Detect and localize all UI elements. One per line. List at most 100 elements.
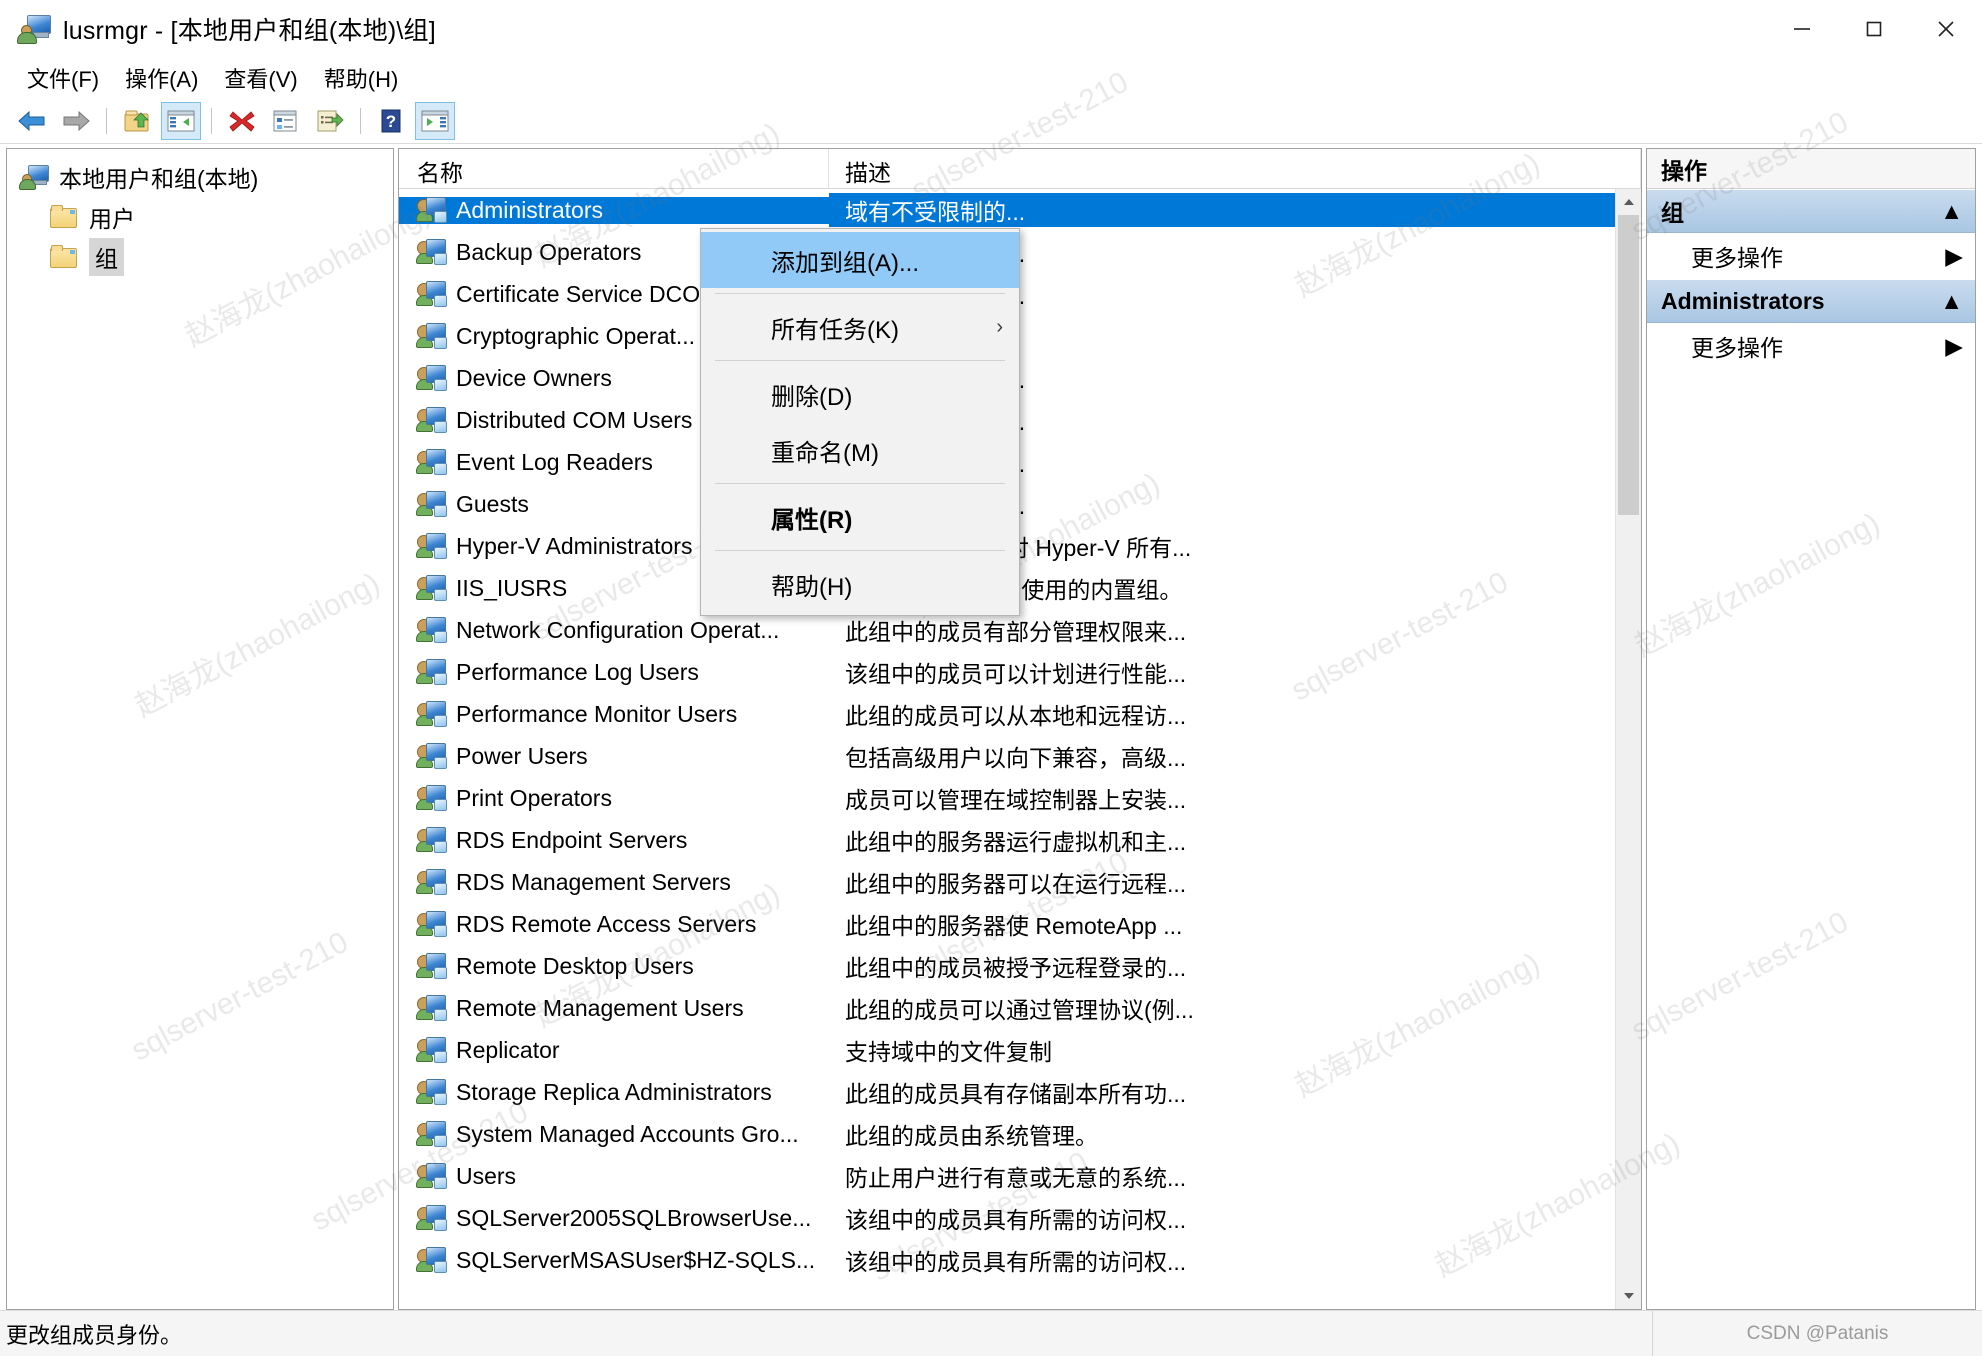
row-name-label: Performance Log Users (456, 659, 699, 686)
chevron-right-icon: ▶ (1945, 333, 1963, 360)
minimize-button[interactable] (1766, 0, 1838, 58)
context-menu-item[interactable]: 删除(D) (701, 366, 1019, 422)
row-description-cell: 成员可以管理在域控制器上安装... (829, 781, 1615, 815)
table-row[interactable]: Performance Monitor Users此组的成员可以从本地和远程访.… (399, 693, 1615, 735)
context-menu-item[interactable]: 帮助(H) (701, 556, 1019, 612)
row-name-label: Performance Monitor Users (456, 701, 737, 728)
actions-group-header-administrators[interactable]: Administrators ▲ (1647, 279, 1975, 323)
properties-icon[interactable] (266, 102, 306, 140)
actions-pane: 操作 组 ▲ 更多操作 ▶ Administrators ▲ 更多操作 ▶ (1646, 148, 1976, 1310)
group-icon (417, 239, 447, 265)
show-hide-action-pane-icon[interactable] (415, 102, 455, 140)
row-description-cell: 防止用户进行有意或无意的系统... (829, 1159, 1615, 1193)
menu-action[interactable]: 操作(A) (112, 60, 211, 96)
table-row[interactable]: RDS Endpoint Servers此组中的服务器运行虚拟机和主... (399, 819, 1615, 861)
group-icon (417, 449, 447, 475)
context-menu-item[interactable]: 属性(R) (701, 489, 1019, 545)
back-arrow-icon[interactable] (12, 102, 52, 140)
row-description-cell: 此组的成员具有存储副本所有功... (829, 1075, 1615, 1109)
table-row[interactable]: Print Operators成员可以管理在域控制器上安装... (399, 777, 1615, 819)
chevron-up-icon[interactable]: ▲ (1940, 288, 1963, 315)
help-question-icon[interactable]: ? (371, 102, 411, 140)
action-more-actions-administrators-label: 更多操作 (1691, 329, 1783, 363)
row-description-cell: 此组的成员由系统管理。 (829, 1117, 1615, 1151)
table-row[interactable]: RDS Management Servers此组中的服务器可以在运行远程... (399, 861, 1615, 903)
column-header-description[interactable]: 描述 (829, 149, 1641, 188)
scrollbar-track[interactable] (1616, 215, 1641, 1283)
forward-arrow-icon[interactable] (56, 102, 96, 140)
up-folder-icon[interactable] (117, 102, 157, 140)
row-name-cell: System Managed Accounts Gro... (399, 1121, 829, 1148)
context-menu-item-label: 删除(D) (771, 377, 852, 412)
row-name-label: IIS_IUSRS (456, 575, 567, 602)
context-menu-item[interactable]: 所有任务(K)› (701, 299, 1019, 355)
row-name-label: SQLServer2005SQLBrowserUse... (456, 1205, 811, 1232)
table-row[interactable]: Replicator支持域中的文件复制 (399, 1029, 1615, 1071)
table-row[interactable]: Power Users包括高级用户以向下兼容，高级... (399, 735, 1615, 777)
close-button[interactable] (1910, 0, 1982, 58)
row-name-label: Event Log Readers (456, 449, 653, 476)
group-icon (417, 743, 447, 769)
table-row[interactable]: Remote Desktop Users此组中的成员被授予远程登录的... (399, 945, 1615, 987)
tree-item-groups[interactable]: 组 (7, 237, 393, 277)
folder-icon (49, 205, 79, 229)
tree-root-label: 本地用户和组(本地) (59, 160, 258, 194)
table-row[interactable]: Performance Log Users该组中的成员可以计划进行性能... (399, 651, 1615, 693)
row-name-label: Remote Management Users (456, 995, 744, 1022)
tree-item-groups-label: 组 (89, 238, 124, 276)
row-description-cell: 此组中的服务器使 RemoteApp ... (829, 907, 1615, 941)
row-name-label: Power Users (456, 743, 588, 770)
list-scroll-wrap: Administrators域有不受限制的...Backup Operators… (399, 189, 1641, 1309)
delete-x-icon[interactable] (222, 102, 262, 140)
toolbar-separator (360, 108, 361, 134)
actions-group-header-groups-label: 组 (1661, 194, 1684, 228)
actions-group-header-groups[interactable]: 组 ▲ (1647, 189, 1975, 233)
export-list-icon[interactable] (310, 102, 350, 140)
show-hide-console-tree-icon[interactable] (161, 102, 201, 140)
column-header-name[interactable]: 名称 (399, 149, 829, 188)
context-menu-item[interactable]: 添加到组(A)... (701, 232, 1019, 288)
table-row[interactable]: SQLServerMSASUser$HZ-SQLS...该组中的成员具有所需的访… (399, 1239, 1615, 1281)
group-icon (417, 953, 447, 979)
row-name-cell: RDS Endpoint Servers (399, 827, 829, 854)
toolbar-separator (211, 108, 212, 134)
group-icon (417, 1205, 447, 1231)
group-icon (417, 827, 447, 853)
row-name-cell: Users (399, 1163, 829, 1190)
group-icon (417, 995, 447, 1021)
tree-item-local-users-and-groups[interactable]: 本地用户和组(本地) (7, 157, 393, 197)
tree-item-users[interactable]: 用户 (7, 197, 393, 237)
table-row[interactable]: System Managed Accounts Gro...此组的成员由系统管理… (399, 1113, 1615, 1155)
table-row[interactable]: RDS Remote Access Servers此组中的服务器使 Remote… (399, 903, 1615, 945)
scroll-down-button[interactable] (1616, 1283, 1641, 1309)
action-more-actions-groups[interactable]: 更多操作 ▶ (1647, 233, 1975, 279)
row-description-cell: 支持域中的文件复制 (829, 1033, 1615, 1067)
table-row[interactable]: Users 防止用户进行有意或无意的系统... (399, 1155, 1615, 1197)
lusrmgr-window: lusrmgr - [本地用户和组(本地)\组] 文件(F) 操作(A) 查看(… (0, 0, 1982, 1356)
list-vertical-scrollbar[interactable] (1615, 189, 1641, 1309)
table-row[interactable]: Storage Replica Administrators此组的成员具有存储副… (399, 1071, 1615, 1113)
table-row[interactable]: Remote Management Users此组的成员可以通过管理协议(例..… (399, 987, 1615, 1029)
menu-help[interactable]: 帮助(H) (311, 60, 412, 96)
maximize-button[interactable] (1838, 0, 1910, 58)
table-row[interactable]: Administrators域有不受限制的... (399, 189, 1615, 231)
status-text: 更改组成员身份。 (6, 1318, 182, 1350)
menu-file[interactable]: 文件(F) (14, 60, 112, 96)
group-icon (417, 575, 447, 601)
row-name-cell: RDS Management Servers (399, 869, 829, 896)
group-context-menu[interactable]: 添加到组(A)... 所有任务(K)› 删除(D) 重命名(M) 属性(R) 帮助(H) (700, 228, 1020, 616)
scrollbar-thumb[interactable] (1618, 215, 1639, 515)
row-name-cell: Network Configuration Operat... (399, 617, 829, 644)
table-row[interactable]: SQLServer2005SQLBrowserUse...该组中的成员具有所需的… (399, 1197, 1615, 1239)
status-watermark: CSDN @Patanis (1652, 1311, 1982, 1356)
scroll-up-button[interactable] (1616, 189, 1641, 215)
chevron-up-icon[interactable]: ▲ (1940, 198, 1963, 225)
action-more-actions-administrators[interactable]: 更多操作 ▶ (1647, 323, 1975, 369)
row-name-label: SQLServerMSASUser$HZ-SQLS... (456, 1247, 815, 1274)
context-menu-separator (715, 550, 1005, 551)
context-menu-item[interactable]: 重命名(M) (701, 422, 1019, 478)
row-name-label: Users (456, 1163, 516, 1190)
group-icon (417, 1037, 447, 1063)
menu-view[interactable]: 查看(V) (211, 60, 310, 96)
row-name-label: Certificate Service DCO... (456, 281, 719, 308)
